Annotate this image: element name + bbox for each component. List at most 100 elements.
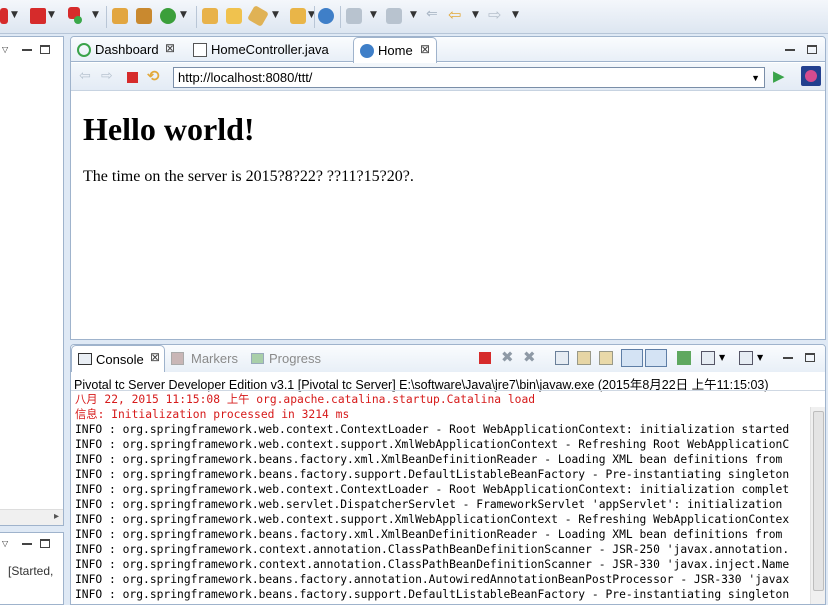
console-view: Console ⊠ Markers Progress ✖ ✖ ▼ ▼ Pivot… [70,344,826,605]
scroll-thumb[interactable] [813,411,824,591]
scroll-lock-icon[interactable] [577,351,591,365]
vertical-scrollbar[interactable] [810,407,825,604]
scroll-right-icon[interactable]: ▸ [54,511,59,522]
chevron-down-icon[interactable]: ▼ [370,10,377,20]
forward-icon[interactable]: ⇨ [101,68,113,84]
tab-dashboard[interactable]: Dashboard ⊠ [71,37,183,62]
globe-icon[interactable] [318,8,334,24]
close-icon[interactable]: ⊠ [165,41,175,55]
server-time-text: The time on the server is 2015?8?22? ??1… [83,168,414,185]
remove-launch-icon[interactable]: ✖ [501,348,514,366]
forward-icon[interactable]: ⇨ [488,5,501,24]
run-icon[interactable] [160,8,176,24]
maximize-icon[interactable] [805,353,815,362]
view-menu-icon[interactable]: ▽ [2,45,8,54]
tab-label: Dashboard [95,42,159,57]
open-task-icon[interactable] [290,8,306,24]
refresh-icon[interactable]: ⟲ [147,67,160,85]
markers-icon [171,352,184,365]
stop-icon[interactable] [30,8,46,24]
chevron-down-icon[interactable]: ▼ [410,10,417,20]
skip-breakpoints-icon[interactable] [0,8,8,24]
minimize-icon[interactable] [785,49,795,51]
back-icon[interactable]: ⇦ [79,68,91,84]
console-line: INFO : org.springframework.web.context.s… [75,513,790,526]
browser-navbar: ⇦ ⇨ ⟲ http://localhost:8080/ttt/ ▼ ▶ [71,63,825,91]
tab-label: Console [96,352,144,367]
show-on-stderr-icon[interactable] [645,349,667,367]
console-line: INFO : org.springframework.web.context.C… [75,423,790,436]
run-badge-icon [74,16,82,24]
open-project-icon[interactable] [202,8,218,24]
folder-icon[interactable] [226,8,242,24]
console-line: INFO : org.springframework.web.servlet.D… [75,498,783,511]
tab-label: Markers [191,351,238,366]
console-line: 八月 22, 2015 11:15:08 上午 org.apache.catal… [75,393,536,406]
chevron-down-icon[interactable]: ▼ [180,10,187,20]
terminate-icon[interactable] [479,352,491,364]
view-menu-icon[interactable]: ▽ [2,539,8,548]
page-content: Hello world! The time on the server is 2… [83,109,414,186]
chevron-down-icon[interactable]: ▼ [11,10,18,20]
server-status[interactable]: [Started, [8,565,53,577]
close-icon[interactable]: ⊠ [420,42,430,56]
globe-icon [360,44,374,58]
new-server-icon[interactable] [112,8,128,24]
maximize-icon[interactable] [40,45,50,54]
clear-console-icon[interactable] [555,351,569,365]
go-icon[interactable]: ▶ [773,67,785,85]
console-tabs: Console ⊠ Markers Progress ✖ ✖ ▼ ▼ [71,345,825,372]
console-output[interactable]: 八月 22, 2015 11:15:08 上午 org.apache.catal… [75,392,811,604]
tab-label: HomeController.java [211,42,329,57]
chevron-down-icon[interactable]: ▼ [472,10,479,20]
console-line: INFO : org.springframework.web.context.C… [75,483,790,496]
chevron-down-icon[interactable]: ▼ [92,10,99,20]
chevron-down-icon[interactable]: ▼ [272,10,279,20]
tab-home[interactable]: Home ⊠ [353,37,437,63]
editor-tabs: Dashboard ⊠ HomeController.java Home ⊠ [71,37,825,63]
chevron-down-icon[interactable]: ▼ [719,353,725,362]
console-line: 信息: Initialization processed in 3214 ms [75,408,350,421]
console-icon [78,353,92,365]
progress-icon [251,353,264,364]
stop-icon[interactable] [127,72,138,83]
brush-icon[interactable] [247,5,269,27]
minimize-icon[interactable] [783,357,793,359]
chevron-down-icon[interactable]: ▼ [751,71,760,86]
remove-all-icon[interactable]: ✖ [523,348,536,366]
console-line: INFO : org.springframework.beans.factory… [75,453,783,466]
back-icon[interactable]: ⇦ [448,5,461,24]
close-icon[interactable]: ⊠ [150,350,160,364]
maximize-icon[interactable] [40,539,50,548]
tab-homecontroller[interactable]: HomeController.java [185,37,351,62]
chevron-down-icon[interactable]: ▼ [512,10,519,20]
chevron-down-icon[interactable]: ▼ [757,353,763,362]
word-wrap-icon[interactable] [599,351,613,365]
chevron-down-icon[interactable]: ▼ [48,10,55,20]
console-line: INFO : org.springframework.beans.factory… [75,588,790,601]
left-views: ▽ ▸ ▽ [Started, [0,34,66,605]
tab-console[interactable]: Console ⊠ [71,345,165,372]
main-toolbar: ▼ ▼ ▼ ▼ ▼ ▼ ▼ ▼ ⇐ ⇦ ▼ ⇨ ▼ [0,0,828,34]
show-on-stdout-icon[interactable] [621,349,643,367]
last-edit-icon[interactable]: ⇐ [426,6,438,22]
console-line: INFO : org.springframework.web.context.s… [75,438,790,451]
eclipse-browser-icon[interactable] [801,66,821,86]
display-console-icon[interactable] [701,351,715,365]
annotation-next-icon[interactable] [346,8,362,24]
spring-leaf-icon [77,43,91,57]
console-line: INFO : org.springframework.beans.factory… [75,528,783,541]
pin-icon[interactable] [677,351,691,365]
minimize-icon[interactable] [22,49,32,51]
annotation-prev-icon[interactable] [386,8,402,24]
maximize-icon[interactable] [807,45,817,54]
left-view-top: ▽ ▸ [0,36,64,526]
open-type-icon[interactable] [136,8,152,24]
minimize-icon[interactable] [22,543,32,545]
console-line: INFO : org.springframework.context.annot… [75,543,790,556]
servers-view: ▽ [Started, [0,532,64,605]
url-input[interactable]: http://localhost:8080/ttt/ ▼ [173,67,765,88]
open-console-icon[interactable] [739,351,753,365]
horizontal-scrollbar[interactable]: ▸ [0,509,63,525]
console-line: INFO : org.springframework.beans.factory… [75,573,790,586]
